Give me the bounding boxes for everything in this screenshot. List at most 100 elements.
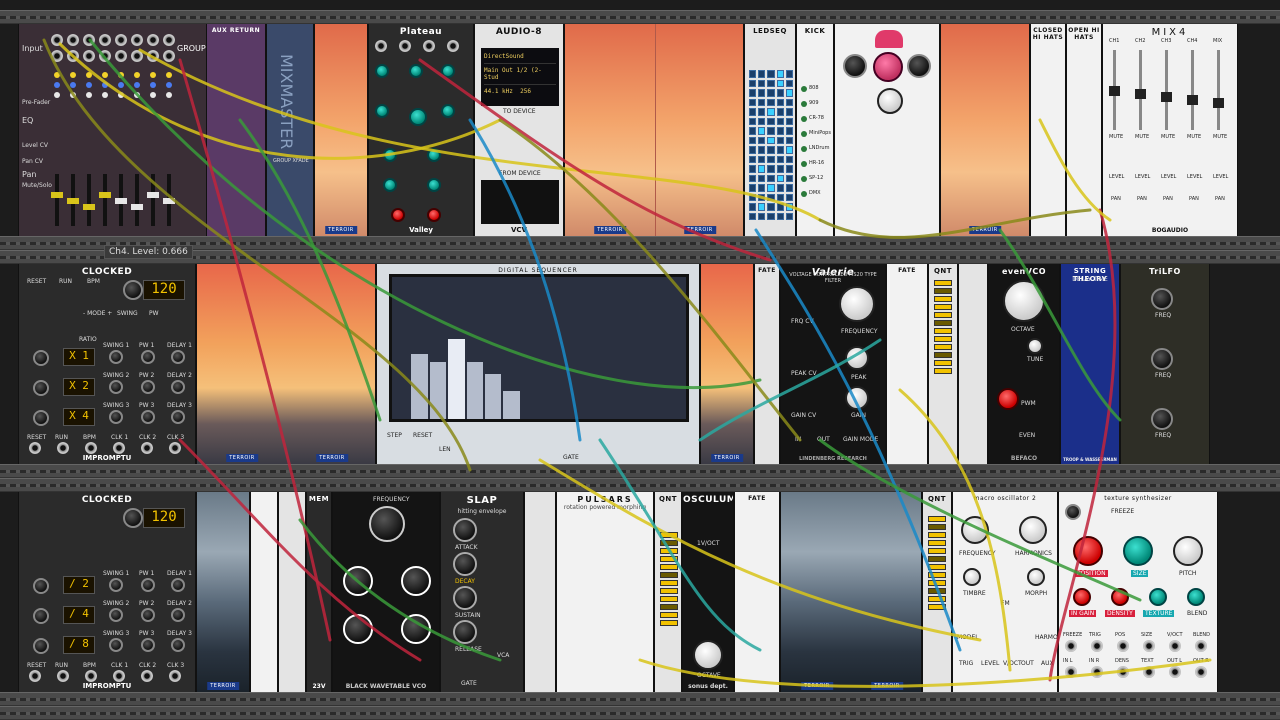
quantizer-key[interactable] xyxy=(928,580,946,586)
led-cell[interactable] xyxy=(767,146,775,154)
swing-knob[interactable] xyxy=(109,380,123,394)
plateau-knob[interactable] xyxy=(383,178,397,192)
pw-knob[interactable] xyxy=(141,578,155,592)
quantizer-key[interactable] xyxy=(934,344,952,350)
quantizer-key[interactable] xyxy=(660,588,678,594)
freq-knob[interactable] xyxy=(1151,288,1173,310)
led-cell[interactable] xyxy=(767,79,775,87)
frequency-knob[interactable] xyxy=(369,506,405,542)
quantizer-key[interactable] xyxy=(660,540,678,546)
preset-label[interactable]: HR-16 xyxy=(809,160,824,166)
gain-knob[interactable] xyxy=(845,386,869,410)
quantizer-key[interactable] xyxy=(934,352,952,358)
quantizer-key[interactable] xyxy=(660,620,678,626)
quantizer-key[interactable] xyxy=(928,596,946,602)
led-cell[interactable] xyxy=(758,117,766,125)
led-cell[interactable] xyxy=(776,79,784,87)
plateau-knob[interactable] xyxy=(427,148,441,162)
sequence-step-bar[interactable] xyxy=(484,373,502,419)
mixer-input-jack[interactable] xyxy=(163,50,175,62)
led-cell[interactable] xyxy=(785,89,793,97)
preset-label[interactable]: 808 xyxy=(809,85,819,91)
drum-knob[interactable] xyxy=(873,52,903,82)
led-cell[interactable] xyxy=(767,155,775,163)
led-cell[interactable] xyxy=(749,98,757,106)
led-cell[interactable] xyxy=(749,193,757,201)
pwm-knob[interactable] xyxy=(997,388,1019,410)
led-cell[interactable] xyxy=(767,184,775,192)
swing-knob[interactable] xyxy=(109,608,123,622)
decay-knob[interactable] xyxy=(453,552,477,576)
led-cell[interactable] xyxy=(767,203,775,211)
led-cell[interactable] xyxy=(749,174,757,182)
quantizer-key[interactable] xyxy=(660,572,678,578)
led-cell[interactable] xyxy=(785,165,793,173)
plateau-knob[interactable] xyxy=(391,208,405,222)
mixer-input-jack[interactable] xyxy=(51,34,63,46)
led-cell[interactable] xyxy=(749,184,757,192)
bitcrush-knob[interactable] xyxy=(401,566,431,596)
quantizer-key[interactable] xyxy=(660,612,678,618)
preset-label[interactable]: 909 xyxy=(809,100,819,106)
output-jack[interactable] xyxy=(29,670,41,682)
quantizer-key[interactable] xyxy=(928,564,946,570)
mixer-input-jack[interactable] xyxy=(147,34,159,46)
texture-jack[interactable] xyxy=(1195,640,1207,652)
audio8-display[interactable]: DirectSound Main Out 1/2 (2- Stud 44.1 k… xyxy=(481,48,559,106)
output-jack[interactable] xyxy=(85,442,97,454)
led-cell[interactable] xyxy=(776,184,784,192)
plateau-knob[interactable] xyxy=(427,178,441,192)
cv-level-knob[interactable] xyxy=(401,614,431,644)
block-size[interactable]: 256 xyxy=(520,88,531,95)
frequency-knob[interactable] xyxy=(961,516,989,544)
audio-driver[interactable]: DirectSound xyxy=(484,50,556,64)
mixer-input-jack[interactable] xyxy=(67,50,79,62)
pw-knob[interactable] xyxy=(141,410,155,424)
led-matrix[interactable] xyxy=(749,70,793,220)
quantizer-key[interactable] xyxy=(934,360,952,366)
pw-knob[interactable] xyxy=(141,608,155,622)
quantizer-key[interactable] xyxy=(934,336,952,342)
quantizer-key[interactable] xyxy=(660,596,678,602)
size-knob[interactable] xyxy=(1123,536,1153,566)
led-cell[interactable] xyxy=(758,136,766,144)
preset-label[interactable]: MiniPops xyxy=(809,130,831,136)
led-cell[interactable] xyxy=(749,70,757,78)
led-cell[interactable] xyxy=(767,136,775,144)
octave-knob[interactable] xyxy=(693,640,723,670)
sequence-step-bar[interactable] xyxy=(448,339,465,419)
led-cell[interactable] xyxy=(758,203,766,211)
led-cell[interactable] xyxy=(767,89,775,97)
channel-fader[interactable] xyxy=(1213,98,1224,108)
tune-knob[interactable] xyxy=(1027,338,1043,354)
led-cell[interactable] xyxy=(776,203,784,211)
texture-jack[interactable] xyxy=(1143,640,1155,652)
attack-knob[interactable] xyxy=(453,518,477,542)
plateau-jack[interactable] xyxy=(447,40,459,52)
delay-knob[interactable] xyxy=(171,638,185,652)
preset-label[interactable]: CR-78 xyxy=(809,115,824,121)
output-jack[interactable] xyxy=(169,670,181,682)
led-cell[interactable] xyxy=(776,117,784,125)
channel-fader[interactable] xyxy=(147,192,159,198)
led-cell[interactable] xyxy=(758,70,766,78)
channel-fader[interactable] xyxy=(163,198,175,204)
sample-rate[interactable]: 44.1 kHz xyxy=(484,88,513,95)
led-cell[interactable] xyxy=(785,174,793,182)
led-cell[interactable] xyxy=(776,127,784,135)
texture-jack[interactable] xyxy=(1117,640,1129,652)
mixer-input-jack[interactable] xyxy=(131,34,143,46)
wave-cv-knob[interactable] xyxy=(343,614,373,644)
mixer-input-jack[interactable] xyxy=(67,34,79,46)
led-cell[interactable] xyxy=(749,89,757,97)
mixer-input-jack[interactable] xyxy=(115,50,127,62)
plateau-knob[interactable] xyxy=(375,64,389,78)
plateau-knob[interactable] xyxy=(409,64,423,78)
led-cell[interactable] xyxy=(749,127,757,135)
quantizer-key[interactable] xyxy=(934,296,952,302)
morph-knob[interactable] xyxy=(1027,568,1045,586)
texture-jack[interactable] xyxy=(1169,640,1181,652)
led-cell[interactable] xyxy=(749,146,757,154)
led-cell[interactable] xyxy=(767,108,775,116)
led-cell[interactable] xyxy=(749,136,757,144)
